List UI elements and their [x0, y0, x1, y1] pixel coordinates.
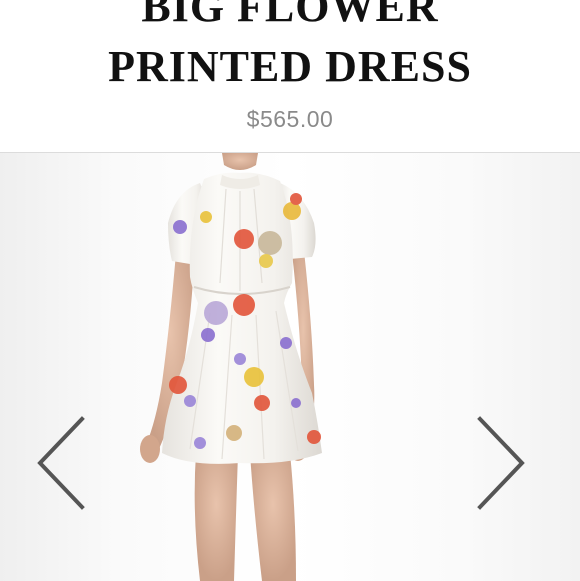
chevron-left-icon — [37, 416, 85, 510]
product-photo — [140, 153, 322, 581]
chevron-right-icon — [477, 416, 525, 510]
product-title-line-2: PRINTED DRESS — [108, 42, 472, 91]
next-image-button[interactable] — [472, 413, 532, 513]
product-header: BIG FLOWER PRINTED DRESS $565.00 — [0, 0, 580, 152]
previous-image-button[interactable] — [30, 413, 90, 513]
product-image-gallery[interactable] — [0, 152, 580, 581]
product-price: $565.00 — [246, 106, 334, 132]
product-title-line-1: BIG FLOWER — [141, 0, 439, 31]
